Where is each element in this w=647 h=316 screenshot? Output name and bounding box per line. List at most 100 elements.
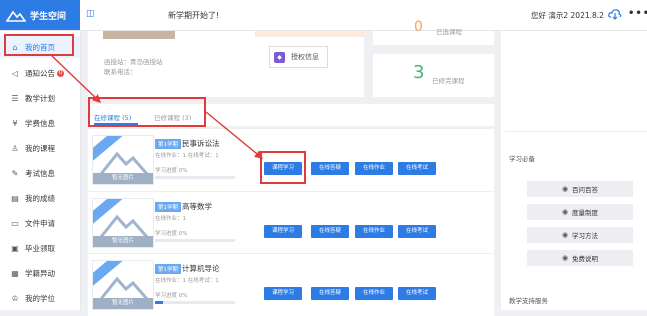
semester-tag: 第1学期 — [155, 139, 181, 149]
essential-button-label: 百问百答 — [572, 186, 599, 194]
study-button[interactable]: 课程学习 — [264, 287, 302, 300]
progress-fill — [155, 301, 163, 304]
exam-button[interactable]: 在线考试 — [398, 225, 436, 238]
school-info-button[interactable]: ◆ 授权信息 — [269, 46, 328, 68]
homework-button[interactable]: 在线作业 — [355, 162, 393, 175]
qa-button[interactable]: 在线答疑 — [311, 162, 349, 175]
essential-button-label: 度量制度 — [572, 209, 599, 217]
homework-button[interactable]: 在线作业 — [355, 287, 393, 300]
exam-button[interactable]: 在线考试 — [398, 287, 436, 300]
stat-selected-value: 0 — [414, 19, 423, 35]
highlight-box-study-button — [260, 151, 306, 184]
right-top-card — [505, 31, 647, 132]
course-thumbnail[interactable]: 暂无图片 — [92, 260, 154, 310]
course-row: 暂无图片 第1学期 高等数学在线作业：1 学习进度 0% 课程学习 在线答疑 在线作业 在线考… — [88, 191, 494, 254]
no-image-caption: 暂无图片 — [93, 236, 153, 247]
app-logo[interactable]: 学生空间 — [0, 0, 80, 30]
app-title: 学生空间 — [30, 11, 67, 22]
bullet-icon: ◉ — [561, 254, 569, 262]
top-bar: 学生空间 ◫ 新学期开始了! 您好 演示2 2021.8.2 ••• — [0, 0, 647, 31]
progress-label: 学习进度 0% — [155, 231, 188, 237]
learning-essentials-title: 学习必备 — [509, 155, 535, 163]
no-image-caption: 暂无图片 — [93, 298, 153, 309]
semester-tag: 第1学期 — [155, 202, 181, 212]
teaching-support-title: 教学支持服务 — [509, 297, 548, 305]
stat-selected-label: 已选课程 — [436, 28, 462, 36]
sidebar-item-label: 学籍异动 — [25, 268, 55, 278]
user-icon: ♙ — [11, 143, 19, 153]
study-button[interactable]: 课程学习 — [264, 225, 302, 238]
progress-bar — [155, 239, 235, 242]
essential-button-3[interactable]: ◉ 免费说明 — [527, 250, 633, 266]
banner-strip — [255, 31, 365, 37]
stat-finished-value: 3 — [413, 62, 425, 83]
progress-bar — [155, 176, 235, 179]
course-meta: 在线作业：1 — [155, 216, 186, 222]
sidebar-item-9[interactable]: ▦ 学籍异动 — [0, 262, 80, 284]
shield-icon: ◆ — [274, 51, 285, 63]
sidebar-item-label: 我的成绩 — [25, 193, 55, 203]
sidebar-item-2[interactable]: ☰ 教学计划 — [0, 87, 80, 109]
exam-icon: ✎ — [11, 168, 19, 178]
exam-button[interactable]: 在线考试 — [398, 162, 436, 175]
sidebar-item-label: 文件申请 — [25, 218, 55, 228]
homework-button[interactable]: 在线作业 — [355, 225, 393, 238]
semester-tag: 第1学期 — [155, 264, 181, 274]
sidebar-item-label: 毕业领取 — [25, 243, 55, 253]
school-info-label: 授权信息 — [291, 53, 319, 61]
sidebar-item-3[interactable]: ¥ 学费信息 — [0, 112, 80, 134]
essential-button-label: 免费说明 — [572, 255, 599, 263]
notice-text[interactable]: 新学期开始了! — [168, 10, 219, 21]
transfer-icon: ▦ — [11, 268, 19, 278]
course-thumbnail[interactable]: 暂无图片 — [92, 198, 154, 248]
course-meta: 在线作业：1 在线考试：1 — [155, 278, 219, 284]
essential-button-label: 学习方法 — [572, 232, 599, 240]
highlight-box-tabs — [88, 97, 206, 127]
stat-card-selected — [373, 31, 494, 45]
qa-button[interactable]: 在线答疑 — [311, 287, 349, 300]
bullet-icon: ◉ — [561, 231, 569, 239]
money-icon: ¥ — [12, 118, 18, 128]
course-meta: 在线作业：1 在线考试：1 — [155, 153, 219, 159]
bullet-icon: ◉ — [561, 185, 569, 193]
sidebar-item-label: 我的学位 — [25, 293, 55, 303]
sidebar-item-5[interactable]: ✎ 考试信息 — [0, 162, 80, 184]
sidebar-item-1[interactable]: ◁ 通知公告 0 — [0, 62, 80, 84]
degree-icon: ♔ — [11, 293, 19, 303]
document-icon: ☰ — [11, 93, 19, 103]
certificate-icon: ▣ — [11, 243, 19, 253]
highlight-box-home — [4, 34, 74, 56]
course-thumbnail[interactable]: 暂无图片 — [92, 135, 154, 185]
essential-button-2[interactable]: ◉ 学习方法 — [527, 227, 633, 243]
grade-icon: ▤ — [11, 193, 19, 203]
sidebar-item-label: 教学计划 — [25, 93, 55, 103]
course-name[interactable]: 民事诉讼法 — [182, 138, 220, 149]
sidebar-item-label: 学费信息 — [25, 118, 55, 128]
progress-label: 学习进度 0% — [155, 293, 188, 299]
school-phone: 联系电话： — [104, 68, 137, 76]
stat-finished-label: 已修完课程 — [432, 77, 465, 85]
avatar — [103, 31, 175, 39]
mountain-logo-icon — [6, 10, 26, 22]
sidebar-item-4[interactable]: ♙ 我的课程 — [0, 137, 80, 159]
sidebar-item-label: 我的课程 — [25, 143, 55, 153]
sidebar-item-10[interactable]: ♔ 我的学位 — [0, 287, 80, 309]
more-menu-icon[interactable]: ••• — [628, 8, 647, 19]
course-name[interactable]: 高等数学 — [182, 201, 212, 212]
sidebar-item-8[interactable]: ▣ 毕业领取 — [0, 237, 80, 259]
essential-button-1[interactable]: ◉ 度量制度 — [527, 204, 633, 220]
progress-bar — [155, 301, 235, 304]
sidebar-item-6[interactable]: ▤ 我的成绩 — [0, 187, 80, 209]
course-row: 暂无图片 第1学期 计算机导论在线作业：1 在线考试：1 学习进度 0% 课程学习 在线答… — [88, 253, 494, 316]
cloud-download-icon[interactable] — [608, 8, 622, 20]
qa-button[interactable]: 在线答疑 — [311, 225, 349, 238]
course-name[interactable]: 计算机导论 — [182, 263, 220, 274]
collapse-sidebar-icon[interactable]: ◫ — [86, 9, 95, 19]
bullet-icon: ◉ — [561, 208, 569, 216]
progress-label: 学习进度 0% — [155, 168, 188, 174]
sidebar-item-label: 通知公告 — [25, 68, 55, 78]
speaker-icon: ◁ — [11, 68, 19, 78]
user-greeting: 您好 演示2 2021.8.2 — [531, 11, 604, 20]
essential-button-0[interactable]: ◉ 百问百答 — [527, 181, 633, 197]
sidebar-item-7[interactable]: ▭ 文件申请 — [0, 212, 80, 234]
